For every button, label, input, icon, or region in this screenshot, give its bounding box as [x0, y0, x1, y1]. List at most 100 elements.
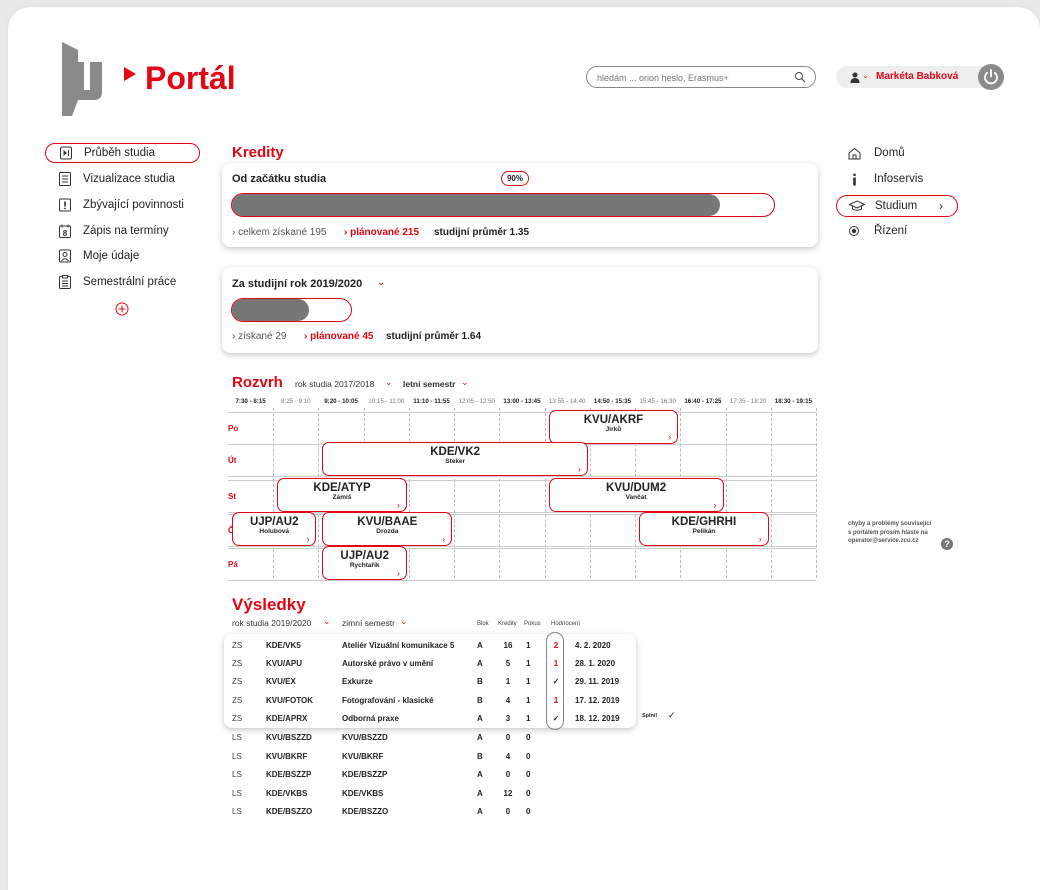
chevron-down-icon[interactable]: ⌄ — [385, 377, 393, 388]
grid-divider — [544, 408, 546, 578]
credits-percent-badge: 90% — [501, 171, 529, 186]
chevron-right-icon[interactable]: › — [397, 568, 400, 578]
credits-planned[interactable]: › plánované 215 — [344, 227, 419, 238]
column-header-grade: Hodnocení — [551, 621, 581, 627]
nav-item-prubeh-studia[interactable]: Průběh studia — [45, 143, 200, 163]
result-row[interactable]: ZS KVU/FOTOK Fotografování - klasické B 4 1 1 1… — [228, 692, 638, 710]
result-block: A — [477, 733, 483, 742]
result-name: KDE/VKBS — [342, 788, 384, 798]
help-question-icon[interactable]: ? — [941, 538, 953, 550]
day-label: St — [228, 492, 236, 501]
course-code: KVU/BAAE — [357, 516, 418, 528]
chevron-down-icon[interactable]: ⌄ — [377, 277, 385, 288]
time-slot-label: 15:45 - 16:30 — [639, 398, 676, 405]
teacher-name: Holubová — [259, 528, 290, 535]
chevron-right-icon[interactable]: › — [578, 464, 581, 474]
schedule-event[interactable]: KDE/VK2 Steker › — [322, 442, 588, 476]
chevron-right-icon[interactable]: › — [714, 500, 717, 510]
result-row[interactable]: LS KVU/BKRF KVU/BKRF B 4 0 — [228, 748, 638, 766]
nav-item-moje-udaje[interactable]: Moje údaje — [45, 247, 200, 267]
result-code: KDE/VKBS — [266, 788, 308, 798]
nav-item-label: Zbývající povinnosti — [83, 199, 184, 211]
result-attempt: 0 — [526, 751, 531, 761]
chevron-right-icon[interactable]: › — [397, 500, 400, 510]
schedule-semester-filter[interactable]: letní semestr — [403, 379, 455, 389]
result-attempt: 0 — [526, 788, 531, 798]
result-row[interactable]: LS KDE/BSZZO KDE/BSZZO A 0 0 — [228, 803, 638, 821]
result-attempt: 1 — [526, 659, 531, 669]
chevron-right-icon[interactable]: › — [759, 534, 762, 544]
credits-earned[interactable]: › celkem získané 195 — [232, 227, 327, 238]
power-button[interactable] — [978, 64, 1004, 90]
nav-item-infoservis[interactable]: Infoservis — [836, 169, 958, 191]
schedule-year-filter[interactable]: rok studia 2017/2018 — [295, 379, 374, 389]
nav-item-studium[interactable]: Studium › — [836, 195, 958, 217]
result-credits: 16 — [503, 641, 513, 650]
result-date: 28. 1. 2020 — [575, 659, 616, 669]
result-row[interactable]: ZS KVU/APU Autorské právo v umění A 5 1 1 28. 1… — [228, 655, 638, 673]
credits-gpa: studijní průměr 1.35 — [434, 227, 530, 238]
result-name: Exkurze — [342, 677, 373, 687]
nav-item-zbyvajici[interactable]: Zbývající povinnosti — [45, 196, 200, 216]
result-row[interactable]: ZS KDE/VK5 Ateliér Vizuální komunikace 5 A 1… — [228, 637, 638, 655]
results-year-filter[interactable]: rok studia 2019/2020 — [232, 618, 311, 628]
chevron-right-icon[interactable]: › — [442, 534, 445, 544]
chevron-down-icon[interactable]: ⌄ — [323, 616, 331, 627]
day-label: Út — [228, 456, 237, 465]
result-row[interactable]: LS KDE/BSZZP KDE/BSZZP A 0 0 — [228, 766, 638, 784]
chevron-right-icon[interactable]: › — [306, 534, 309, 544]
schedule-event[interactable]: KVU/DUM2 Vančát › — [548, 478, 724, 512]
search-box[interactable] — [586, 66, 816, 88]
nav-item-label: Studium — [875, 200, 918, 212]
person-card-icon — [59, 249, 71, 263]
teacher-name: Rychtařík — [349, 562, 380, 569]
chevron-down-icon[interactable]: ⌄ — [862, 71, 869, 80]
result-row[interactable]: LS KVU/BSZZD KVU/BSZZD A 0 0 — [228, 729, 638, 747]
nav-item-domu[interactable]: Domů — [836, 143, 958, 165]
search-icon[interactable] — [794, 70, 806, 88]
results-title: Výsledky — [232, 595, 306, 614]
grid-row-line — [228, 580, 816, 581]
result-code: KVU/EX — [266, 677, 296, 687]
schedule-event[interactable]: KDE/GHRHI Pelikán › — [639, 512, 769, 546]
result-block: A — [477, 807, 483, 816]
result-code: KDE/BSZZO — [266, 807, 313, 816]
credits-year-title[interactable]: Za studijní rok 2019/2020 — [232, 278, 362, 290]
user-name[interactable]: Markéta Babková — [876, 71, 958, 82]
results-semester-filter[interactable]: zimní semestr — [342, 618, 395, 628]
grid-divider — [273, 408, 275, 578]
chevron-down-icon[interactable]: ⌄ — [400, 616, 408, 627]
nav-item-zapis[interactable]: 8 Zápis na termíny — [45, 222, 200, 242]
result-credits: 0 — [505, 770, 511, 779]
grid-divider — [816, 408, 817, 578]
nav-item-semestralni[interactable]: Semestrální práce — [45, 273, 200, 293]
credits-year-earned[interactable]: › získané 29 — [232, 331, 286, 342]
chevron-right-icon[interactable]: › — [668, 432, 671, 442]
help-line: s portálem prosím hlaste na — [848, 529, 928, 536]
result-attempt: 1 — [526, 713, 531, 723]
result-row[interactable]: LS KDE/VKBS KDE/VKBS A 12 0 — [228, 785, 638, 803]
nav-item-rizeni[interactable]: Řízení — [836, 221, 958, 243]
add-circle-icon[interactable] — [115, 302, 129, 321]
schedule-event[interactable]: UJP/AU2 Rychtařík › — [322, 546, 407, 580]
result-row[interactable]: ZS KVU/EX Exkurze B 1 1 ✓ 29. 11. 2019 — [228, 673, 638, 691]
nav-item-vizualizace[interactable]: Vizualizace studia — [45, 170, 200, 190]
search-input[interactable] — [597, 70, 787, 85]
nav-item-label: Semestrální práce — [83, 276, 177, 288]
schedule-event[interactable]: UJP/AU2 Holubová › — [232, 512, 317, 546]
time-slot-label: 18:30 - 19:15 — [774, 398, 812, 405]
help-email[interactable]: operator@service.zcu.cz — [848, 537, 931, 546]
help-line: chyby a problémy související — [848, 521, 932, 527]
result-row[interactable]: ZS KDE/APRX Odborná praxe A 3 1 ✓ 18. 12. 2019 — [228, 710, 638, 728]
result-grade: 1 — [553, 695, 559, 705]
chevron-down-icon[interactable]: ⌄ — [461, 377, 469, 388]
user-menu[interactable]: ⌄ Markéta Babková — [836, 64, 1004, 90]
schedule-event[interactable]: KDE/ATYP Zámiš › — [277, 478, 407, 512]
result-credits: 5 — [505, 659, 511, 669]
schedule-event[interactable]: KVU/BAAE Drozda › — [322, 512, 453, 546]
result-date: 4. 2. 2020 — [575, 641, 611, 650]
portal-title[interactable]: Portál — [145, 60, 236, 97]
university-logo[interactable] — [58, 40, 138, 123]
schedule-event[interactable]: KVU/AKRF Jirků › — [548, 410, 679, 444]
credits-year-planned[interactable]: › plánované 45 — [304, 331, 373, 342]
